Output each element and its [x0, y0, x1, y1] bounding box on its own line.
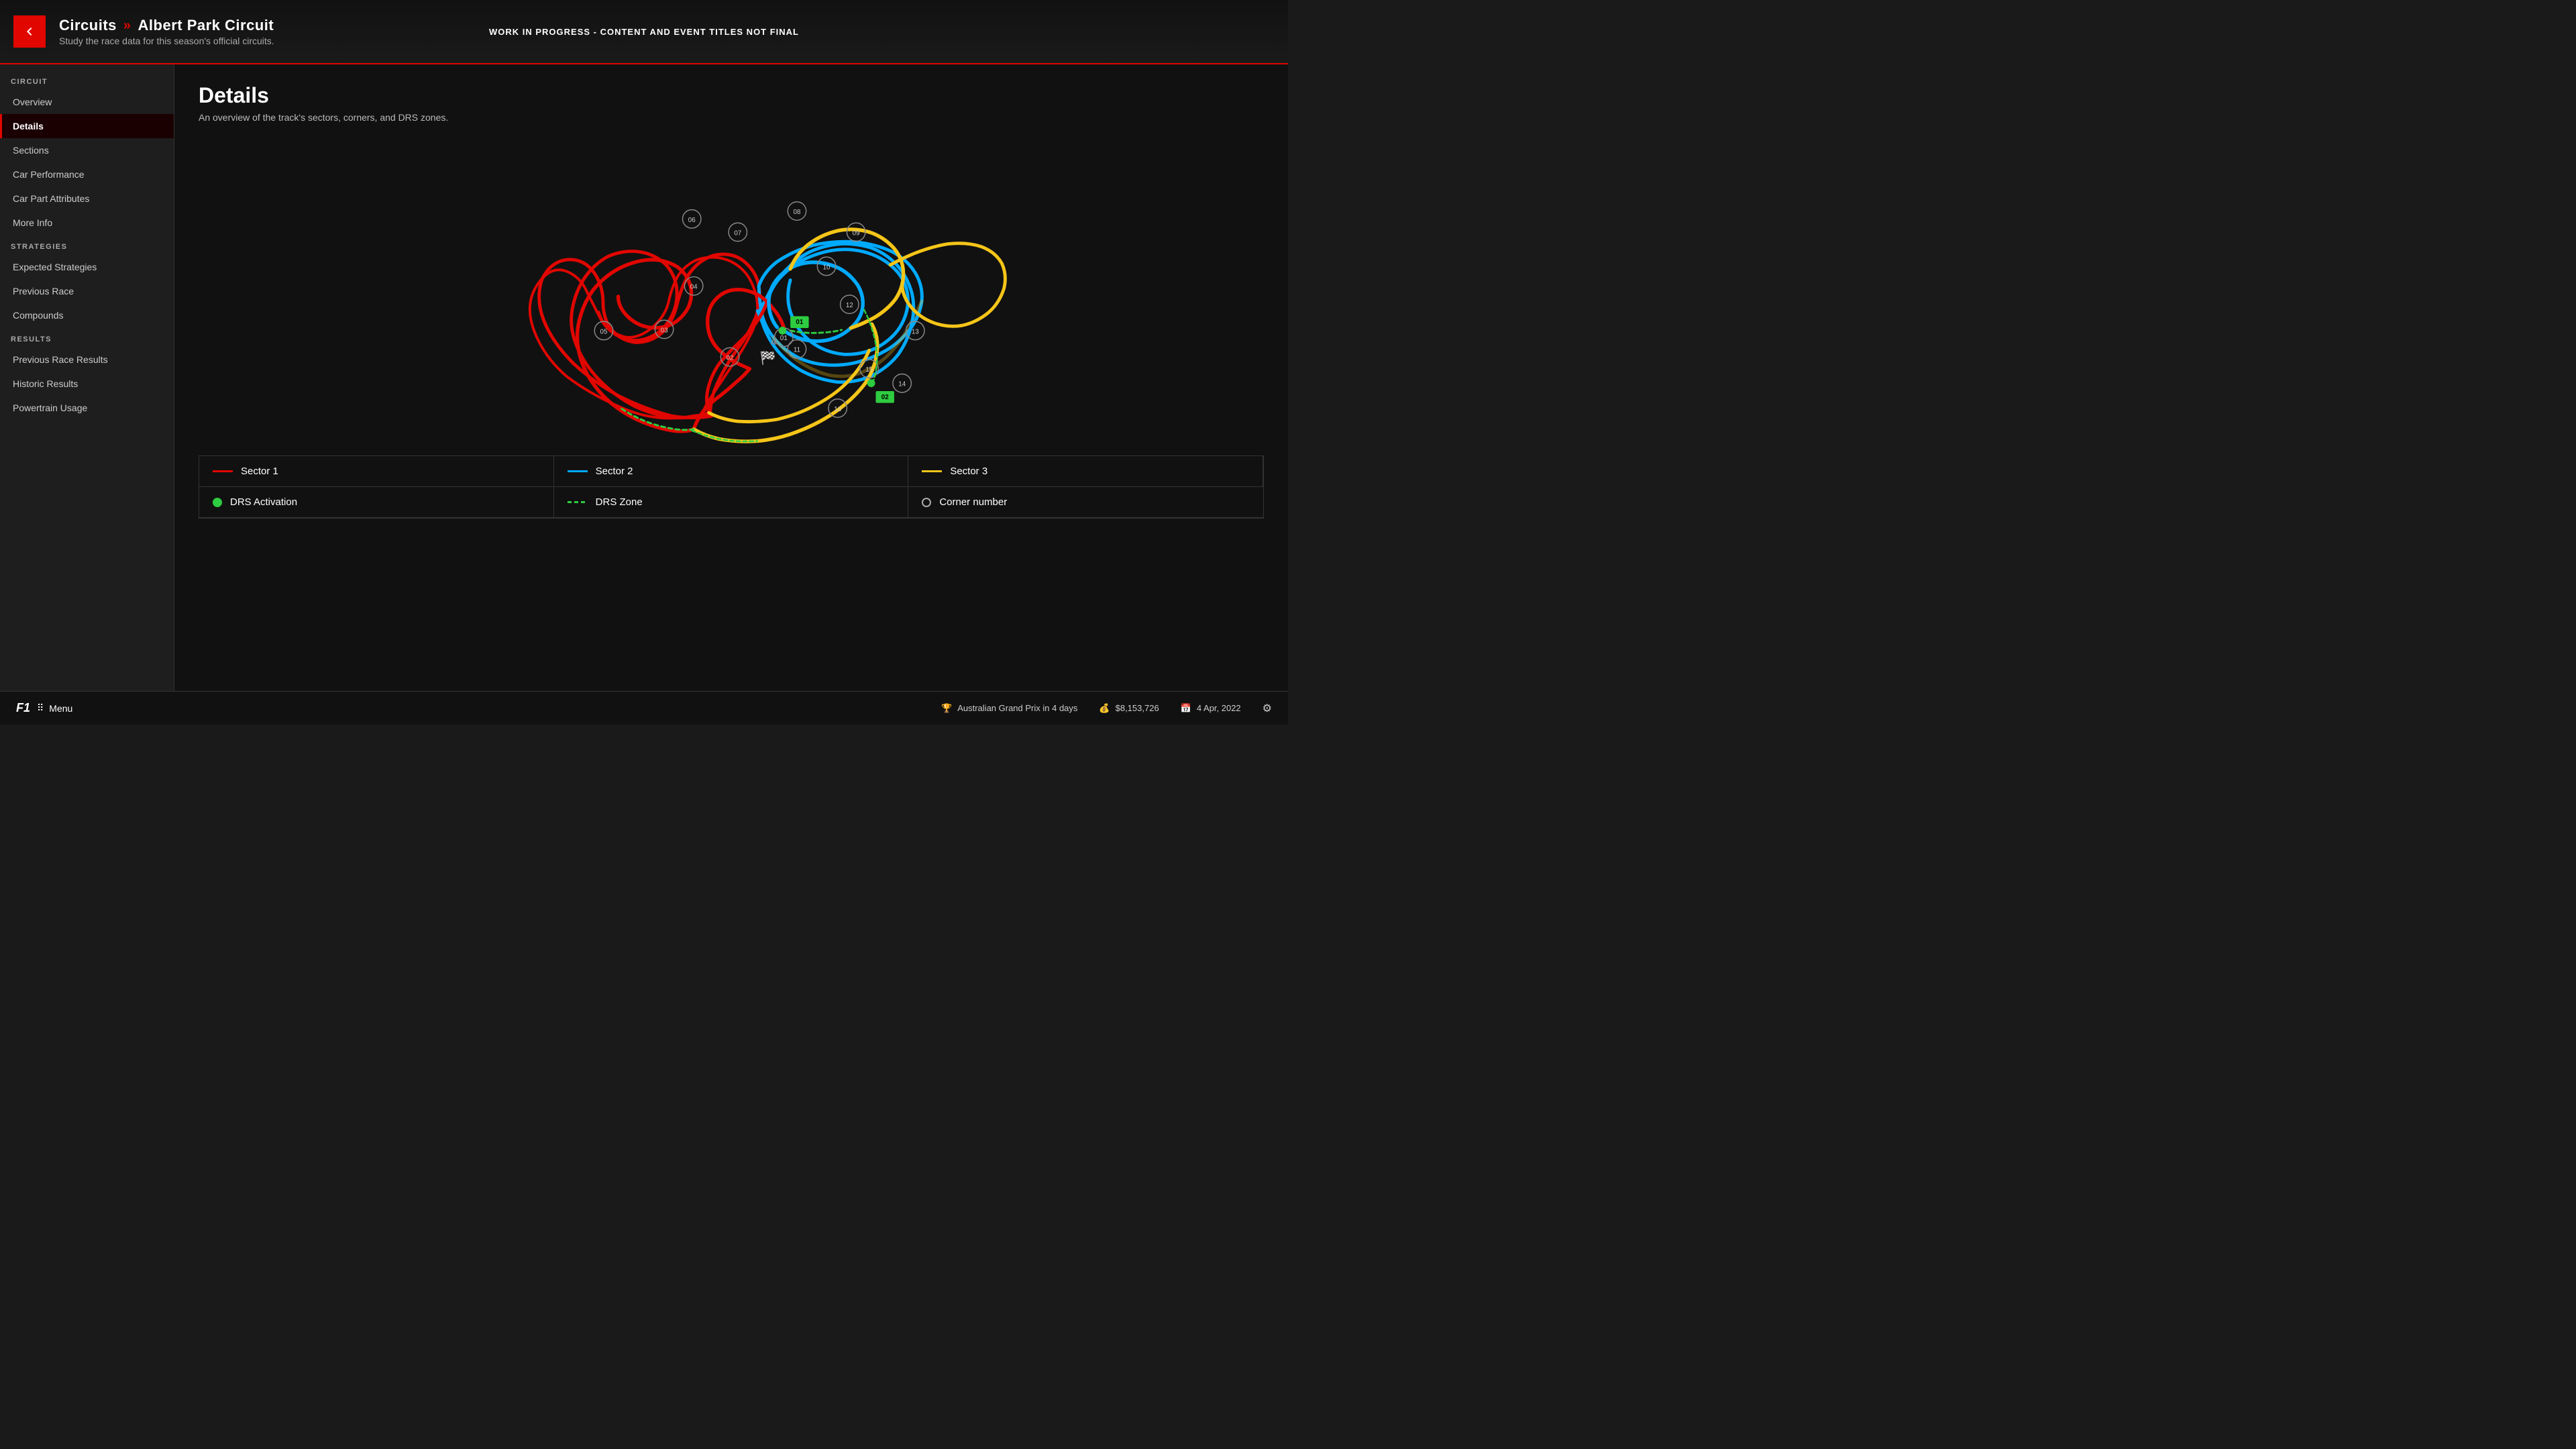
sidebar-item-expected-strategies[interactable]: Expected Strategies	[0, 255, 174, 279]
svg-text:12: 12	[846, 302, 853, 309]
event-text: Australian Grand Prix in 4 days	[957, 703, 1077, 713]
svg-text:03: 03	[661, 327, 668, 334]
menu-label: Menu	[49, 703, 72, 714]
legend-corner-number: Corner number	[908, 487, 1263, 518]
svg-text:16: 16	[834, 406, 841, 413]
corner-number-circle-icon	[922, 498, 931, 507]
sector3-line-icon	[922, 470, 942, 472]
svg-text:🏁: 🏁	[760, 350, 776, 366]
money-text: $8,153,726	[1116, 703, 1159, 713]
header-subtitle: Study the race data for this season's of…	[59, 36, 274, 46]
sidebar-item-previous-race[interactable]: Previous Race	[0, 279, 174, 303]
svg-text:07: 07	[734, 229, 741, 237]
sidebar-item-overview[interactable]: Overview	[0, 90, 174, 114]
svg-text:14: 14	[898, 381, 906, 388]
statusbar: F1 ⠿ Menu 🏆 Australian Grand Prix in 4 d…	[0, 691, 1288, 724]
svg-text:01: 01	[796, 319, 803, 326]
sidebar-item-historic-results[interactable]: Historic Results	[0, 372, 174, 396]
f1-logo: F1	[16, 701, 30, 715]
svg-text:06: 06	[688, 217, 696, 224]
settings-button[interactable]: ⚙	[1263, 702, 1272, 715]
main-layout: CIRCUIT Overview Details Sections Car Pe…	[0, 64, 1288, 691]
breadcrumb-separator: »	[123, 18, 131, 34]
sidebar: CIRCUIT Overview Details Sections Car Pe…	[0, 64, 174, 691]
sidebar-item-more-info[interactable]: More Info	[0, 211, 174, 235]
drs-activation-label: DRS Activation	[230, 496, 297, 508]
track-map: 01 01 02 03	[199, 133, 1264, 455]
date-text: 4 Apr, 2022	[1197, 703, 1241, 713]
sidebar-item-sections[interactable]: Sections	[0, 138, 174, 162]
svg-text:01: 01	[780, 335, 788, 342]
svg-text:02: 02	[881, 394, 889, 401]
legend-sector1: Sector 1	[199, 456, 554, 487]
svg-text:04: 04	[690, 284, 698, 291]
track-section: Details An overview of the track's secto…	[174, 64, 1288, 529]
header: Circuits » Albert Park Circuit Study the…	[0, 0, 1288, 64]
statusbar-left: F1 ⠿ Menu	[16, 701, 72, 715]
sidebar-item-powertrain-usage[interactable]: Powertrain Usage	[0, 396, 174, 420]
page-subtitle: An overview of the track's sectors, corn…	[199, 112, 1264, 123]
circuit-section-label: CIRCUIT	[0, 70, 174, 90]
breadcrumb-area: Circuits » Albert Park Circuit Study the…	[59, 17, 274, 46]
calendar-icon: 📅	[1181, 703, 1191, 714]
svg-text:10: 10	[823, 264, 830, 271]
legend-sector3: Sector 3	[908, 456, 1263, 487]
legend-drs-activation: DRS Activation	[199, 487, 554, 518]
strategies-section-label: STRATEGIES	[0, 235, 174, 255]
sector1-label: Sector 1	[241, 466, 278, 477]
content-area: Details An overview of the track's secto…	[174, 64, 1288, 691]
money-icon: 💰	[1099, 703, 1110, 714]
svg-text:«: «	[771, 334, 777, 347]
breadcrumb-current: Albert Park Circuit	[138, 17, 274, 34]
statusbar-right: 🏆 Australian Grand Prix in 4 days 💰 $8,1…	[941, 702, 1272, 715]
sidebar-item-details[interactable]: Details	[0, 114, 174, 138]
corner-number-label: Corner number	[939, 496, 1007, 508]
drs-zone-line-icon	[568, 501, 588, 503]
event-status: 🏆 Australian Grand Prix in 4 days	[941, 703, 1077, 714]
svg-text:15: 15	[865, 366, 873, 374]
back-button[interactable]	[13, 15, 46, 48]
drs-zone-label: DRS Zone	[596, 496, 643, 508]
svg-text:02: 02	[727, 354, 734, 362]
svg-text:09: 09	[853, 229, 860, 237]
sector2-line-icon	[568, 470, 588, 472]
menu-button[interactable]: ⠿ Menu	[37, 702, 72, 714]
results-section-label: RESULTS	[0, 327, 174, 347]
svg-text:13: 13	[912, 328, 919, 335]
breadcrumb: Circuits » Albert Park Circuit	[59, 17, 274, 34]
page-title: Details	[199, 83, 1264, 108]
track-legend: Sector 1 Sector 2 Sector 3 DRS Activatio…	[199, 455, 1264, 519]
sidebar-item-compounds[interactable]: Compounds	[0, 303, 174, 327]
svg-text:11: 11	[794, 347, 800, 354]
date-status: 📅 4 Apr, 2022	[1181, 703, 1241, 714]
sidebar-item-car-part-attributes[interactable]: Car Part Attributes	[0, 186, 174, 211]
sector3-label: Sector 3	[950, 466, 987, 477]
legend-drs-zone: DRS Zone	[554, 487, 909, 518]
legend-sector2: Sector 2	[554, 456, 909, 487]
sector2-label: Sector 2	[596, 466, 633, 477]
sector1-line-icon	[213, 470, 233, 472]
breadcrumb-root: Circuits	[59, 17, 117, 34]
svg-text:05: 05	[600, 328, 608, 335]
svg-text:08: 08	[794, 209, 801, 216]
drs-activation-dot-icon	[213, 498, 222, 507]
money-status: 💰 $8,153,726	[1099, 703, 1159, 714]
menu-grid-icon: ⠿	[37, 702, 44, 714]
event-icon: 🏆	[941, 703, 952, 714]
sidebar-item-car-performance[interactable]: Car Performance	[0, 162, 174, 186]
gear-icon: ⚙	[1263, 702, 1272, 715]
sidebar-item-previous-race-results[interactable]: Previous Race Results	[0, 347, 174, 372]
wip-notice: WORK IN PROGRESS - CONTENT AND EVENT TIT…	[489, 27, 799, 37]
